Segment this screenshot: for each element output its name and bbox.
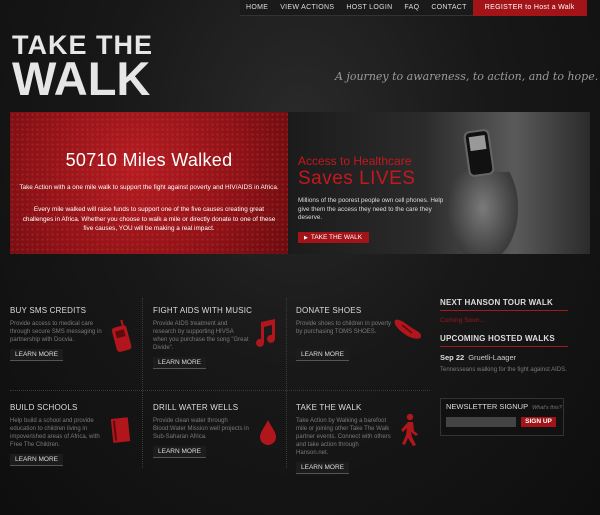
cause-title: TAKE THE WALK bbox=[296, 403, 362, 412]
tour-status: Coming Soon... bbox=[440, 317, 485, 324]
phone-screen bbox=[468, 135, 487, 152]
learn-more-button[interactable]: LEARN MORE bbox=[296, 349, 349, 361]
newsletter-email-input[interactable] bbox=[446, 417, 516, 427]
upcoming-walks-heading: UPCOMING HOSTED WALKS bbox=[440, 334, 555, 343]
top-navigation: HOME VIEW ACTIONS HOST LOGIN FAQ CONTACT… bbox=[240, 0, 587, 16]
cause-text: Provide shoes to children in poverty by … bbox=[296, 321, 392, 335]
take-the-walk-button[interactable]: ▶ TAKE THE WALK bbox=[298, 232, 370, 243]
cell-phone-photo bbox=[462, 128, 496, 178]
cause-title: BUY SMS CREDITS bbox=[10, 306, 87, 315]
take-the-walk-label: TAKE THE WALK bbox=[310, 234, 363, 241]
tour-walk-heading: NEXT HANSON TOUR WALK bbox=[440, 298, 553, 307]
cause-title: DRILL WATER WELLS bbox=[153, 403, 239, 412]
heading-underline bbox=[440, 346, 568, 347]
nav-view-actions[interactable]: VIEW ACTIONS bbox=[274, 4, 340, 11]
learn-more-button[interactable]: LEARN MORE bbox=[296, 462, 349, 474]
newsletter-title: NEWSLETTER SIGNUP What's this? bbox=[446, 402, 562, 411]
learn-more-button[interactable]: LEARN MORE bbox=[10, 454, 63, 466]
cause-title: FIGHT AIDS WITH MUSIC bbox=[153, 306, 253, 315]
cause-title: DONATE SHOES bbox=[296, 306, 362, 315]
hero-description-text: Every mile walked will raise funds to su… bbox=[22, 206, 276, 232]
cell-phone-icon bbox=[111, 320, 132, 352]
learn-more-button[interactable]: LEARN MORE bbox=[153, 357, 206, 369]
cause-text: Provide AIDS treatment and research by s… bbox=[153, 321, 249, 351]
water-drop-icon bbox=[260, 420, 276, 445]
event-date: Sep 22 bbox=[440, 353, 465, 362]
heading-underline bbox=[440, 310, 568, 311]
learn-more-button[interactable]: LEARN MORE bbox=[10, 349, 63, 361]
nav-faq[interactable]: FAQ bbox=[398, 4, 425, 11]
site-logo[interactable]: TAKE THE WALK bbox=[12, 32, 157, 105]
nav-contact[interactable]: CONTACT bbox=[425, 4, 472, 11]
sidebar: NEXT HANSON TOUR WALK Coming Soon... UPC… bbox=[440, 298, 568, 436]
hero-right-panel: Access to Healthcare Saves LIVES Million… bbox=[288, 112, 590, 254]
nav-host-login[interactable]: HOST LOGIN bbox=[340, 4, 398, 11]
cause-text: Take Action by Walking a barefoot mile o… bbox=[296, 418, 391, 456]
cause-text: Provide clean water through Blood:Water … bbox=[153, 418, 249, 440]
hero-left-panel: 50710 Miles Walked Take Action with a on… bbox=[10, 112, 288, 254]
learn-more-button[interactable]: LEARN MORE bbox=[153, 446, 206, 458]
whats-this-link[interactable]: What's this? bbox=[532, 405, 562, 411]
register-host-button[interactable]: REGISTER to Host a Walk bbox=[472, 0, 587, 16]
newsletter-heading: NEWSLETTER SIGNUP bbox=[446, 402, 529, 411]
cause-text: Help build a school and provide educatio… bbox=[10, 418, 100, 448]
event-item[interactable]: Sep 22 Gruetli-Laager bbox=[440, 353, 568, 362]
book-icon bbox=[110, 417, 131, 443]
hero-banner: 50710 Miles Walked Take Action with a on… bbox=[10, 112, 590, 254]
walking-person-icon bbox=[401, 413, 418, 446]
event-name: Gruetli-Laager bbox=[468, 353, 517, 362]
cause-text: Provide access to medical care through s… bbox=[10, 321, 102, 343]
newsletter-signup-box: NEWSLETTER SIGNUP What's this? SIGN UP bbox=[440, 398, 564, 436]
hero-right-title: Saves LIVES bbox=[298, 168, 416, 189]
hero-right-subtitle: Access to Healthcare bbox=[298, 154, 412, 168]
tagline: A journey to awareness, to action, and t… bbox=[335, 70, 599, 83]
nav-home[interactable]: HOME bbox=[240, 4, 274, 11]
logo-line-2: WALK bbox=[12, 52, 151, 105]
event-description: Tennesseans walking for the fight agains… bbox=[440, 367, 567, 373]
miles-walked-counter: 50710 Miles Walked bbox=[65, 150, 233, 170]
music-note-icon bbox=[256, 319, 275, 347]
sign-up-button[interactable]: SIGN UP bbox=[521, 417, 556, 427]
hero-right-text: Millions of the poorest people own cell … bbox=[298, 197, 444, 221]
hand-photo bbox=[448, 172, 518, 254]
hero-intro-text: Take Action with a one mile walk to supp… bbox=[19, 184, 279, 191]
cause-title: BUILD SCHOOLS bbox=[10, 403, 78, 412]
arrow-right-icon: ▶ bbox=[304, 235, 308, 241]
row-divider bbox=[10, 390, 430, 391]
shoe-icon bbox=[394, 319, 422, 339]
